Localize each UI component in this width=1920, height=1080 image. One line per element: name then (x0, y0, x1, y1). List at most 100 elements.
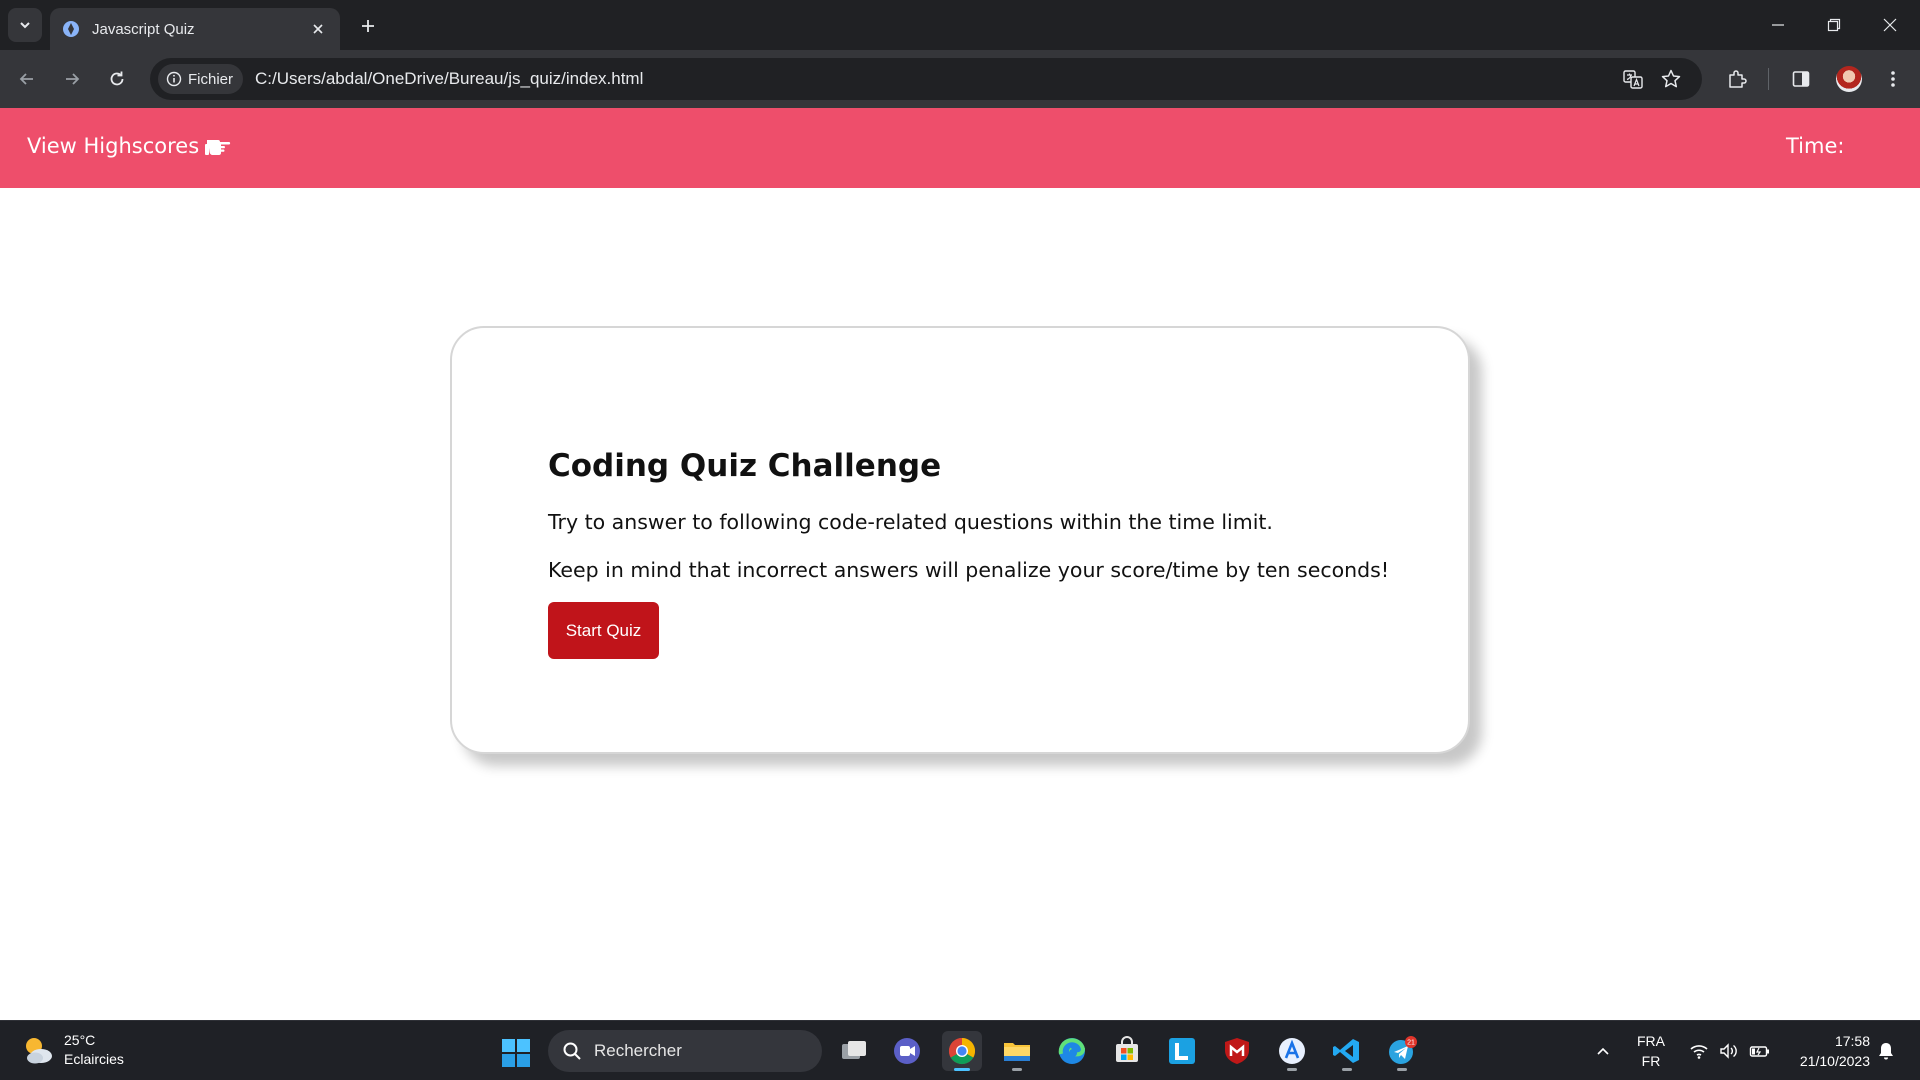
bell-icon (1879, 1043, 1893, 1060)
new-tab-button[interactable] (354, 12, 382, 40)
clock-time: 17:58 (1834, 1033, 1870, 1049)
folder-icon (1004, 1043, 1030, 1061)
extensions-button[interactable] (1722, 64, 1752, 94)
partly-sunny-icon (26, 1038, 52, 1064)
quick-settings-button[interactable] (1684, 1031, 1776, 1071)
vscode-icon (1333, 1039, 1359, 1063)
forward-button[interactable] (57, 64, 87, 94)
toolbar-separator (1768, 68, 1769, 90)
language-code: FRA (1637, 1033, 1665, 1049)
pointing-hand-icon (205, 140, 231, 155)
wifi-icon (1690, 1045, 1708, 1059)
close-icon (313, 24, 323, 34)
minimize-button[interactable] (1750, 0, 1806, 50)
start-quiz-button[interactable]: Start Quiz (548, 602, 659, 659)
running-indicator (1342, 1068, 1352, 1071)
taskbar-search-placeholder: Rechercher (594, 1041, 682, 1060)
quiz-instructions: Try to answer to following code-related … (548, 510, 1273, 534)
mcafee-shield-icon (1225, 1038, 1249, 1064)
arrow-left-icon (19, 73, 33, 85)
side-panel-button[interactable] (1786, 64, 1816, 94)
windows-start-icon[interactable] (500, 1037, 532, 1069)
plus-icon (362, 20, 374, 32)
taskbar-search[interactable]: Rechercher (548, 1030, 822, 1072)
running-indicator (954, 1068, 970, 1071)
keyboard-layout: FR (1641, 1053, 1661, 1069)
clock-date: 21/10/2023 (1799, 1053, 1870, 1069)
profile-avatar[interactable] (1836, 66, 1862, 92)
weather-temperature: 25°C (64, 1032, 96, 1048)
translate-icon (1623, 70, 1643, 89)
view-highscores-link[interactable]: View Highscores (27, 134, 233, 158)
url-text[interactable]: C:/Users/abdal/OneDrive/Bureau/js_quiz/i… (255, 69, 1616, 89)
vscode-button[interactable] (1327, 1031, 1367, 1071)
search-icon (563, 1042, 581, 1060)
bookmark-button[interactable] (1654, 62, 1688, 96)
chevron-up-icon (1597, 1047, 1609, 1055)
chevron-down-icon (20, 22, 30, 29)
back-button[interactable] (12, 64, 42, 94)
reload-button[interactable] (102, 64, 132, 94)
restore-button[interactable] (1806, 0, 1862, 50)
quiz-title: Coding Quiz Challenge (548, 448, 942, 484)
address-bar[interactable]: Fichier C:/Users/abdal/OneDrive/Bureau/j… (150, 58, 1702, 100)
more-vertical-icon (1891, 71, 1895, 87)
minimize-icon (1772, 24, 1784, 26)
site-info-chip[interactable]: Fichier (158, 64, 244, 94)
highscores-label: View Highscores (27, 134, 200, 158)
letter-l-app-icon (1169, 1038, 1195, 1064)
chrome-taskbar-button[interactable] (942, 1031, 982, 1071)
star-icon (1661, 69, 1681, 88)
browser-toolbar: Fichier C:/Users/abdal/OneDrive/Bureau/j… (0, 50, 1920, 108)
file-explorer-button[interactable] (997, 1031, 1037, 1071)
video-chat-icon (894, 1038, 920, 1064)
chrome-icon (948, 1037, 976, 1065)
quiz-start-card: Coding Quiz Challenge Try to answer to f… (450, 326, 1470, 754)
browser-tab-strip: Javascript Quiz (0, 0, 1920, 50)
favicon-icon (63, 21, 79, 37)
windows-taskbar: 25°C Eclaircies Rechercher 21 FRA FR 17:… (0, 1020, 1920, 1080)
show-hidden-icons-button[interactable] (1590, 1031, 1616, 1071)
weather-widget[interactable]: 25°C Eclaircies (20, 1031, 124, 1069)
teams-chat-button[interactable] (887, 1031, 927, 1071)
tab-close-button[interactable] (308, 19, 328, 39)
telegram-badge: 21 (1407, 1040, 1415, 1047)
browser-menu-button[interactable] (1878, 64, 1908, 94)
store-button[interactable] (1107, 1031, 1147, 1071)
notifications-button[interactable] (1874, 1031, 1898, 1071)
l-app-button[interactable] (1162, 1031, 1202, 1071)
task-view-button[interactable] (834, 1031, 874, 1071)
side-panel-icon (1792, 71, 1810, 87)
volume-icon (1720, 1043, 1737, 1059)
browser-tab[interactable]: Javascript Quiz (50, 8, 340, 50)
restore-icon (1827, 18, 1841, 32)
translate-button[interactable] (1616, 62, 1650, 96)
edge-icon (1058, 1038, 1086, 1064)
quiz-penalty-warning: Keep in mind that incorrect answers will… (548, 558, 1390, 582)
input-language[interactable]: FRA FR (1630, 1031, 1672, 1071)
app-store-button[interactable] (1272, 1031, 1312, 1071)
task-view-icon (842, 1041, 866, 1059)
tab-title: Javascript Quiz (92, 20, 195, 38)
taskbar-clock[interactable]: 17:58 21/10/2023 (1780, 1031, 1870, 1071)
tab-search-button[interactable] (8, 8, 42, 42)
app-a-icon (1279, 1038, 1305, 1064)
mcafee-button[interactable] (1217, 1031, 1257, 1071)
store-icon (1116, 1036, 1138, 1062)
quiz-header: View Highscores Time: (0, 108, 1920, 188)
site-chip-label: Fichier (188, 70, 234, 88)
battery-charging-icon (1749, 1046, 1769, 1057)
edge-button[interactable] (1052, 1031, 1092, 1071)
close-icon (1883, 18, 1897, 32)
info-icon (166, 71, 182, 87)
close-window-button[interactable] (1862, 0, 1918, 50)
running-indicator (1287, 1068, 1297, 1071)
arrow-right-icon (66, 73, 80, 85)
timer-label: Time: (1786, 134, 1845, 158)
telegram-button[interactable]: 21 (1382, 1031, 1422, 1071)
reload-icon (110, 71, 124, 86)
weather-description: Eclaircies (64, 1051, 124, 1067)
telegram-icon: 21 (1389, 1036, 1417, 1064)
running-indicator (1397, 1068, 1407, 1071)
running-indicator (1012, 1068, 1022, 1071)
